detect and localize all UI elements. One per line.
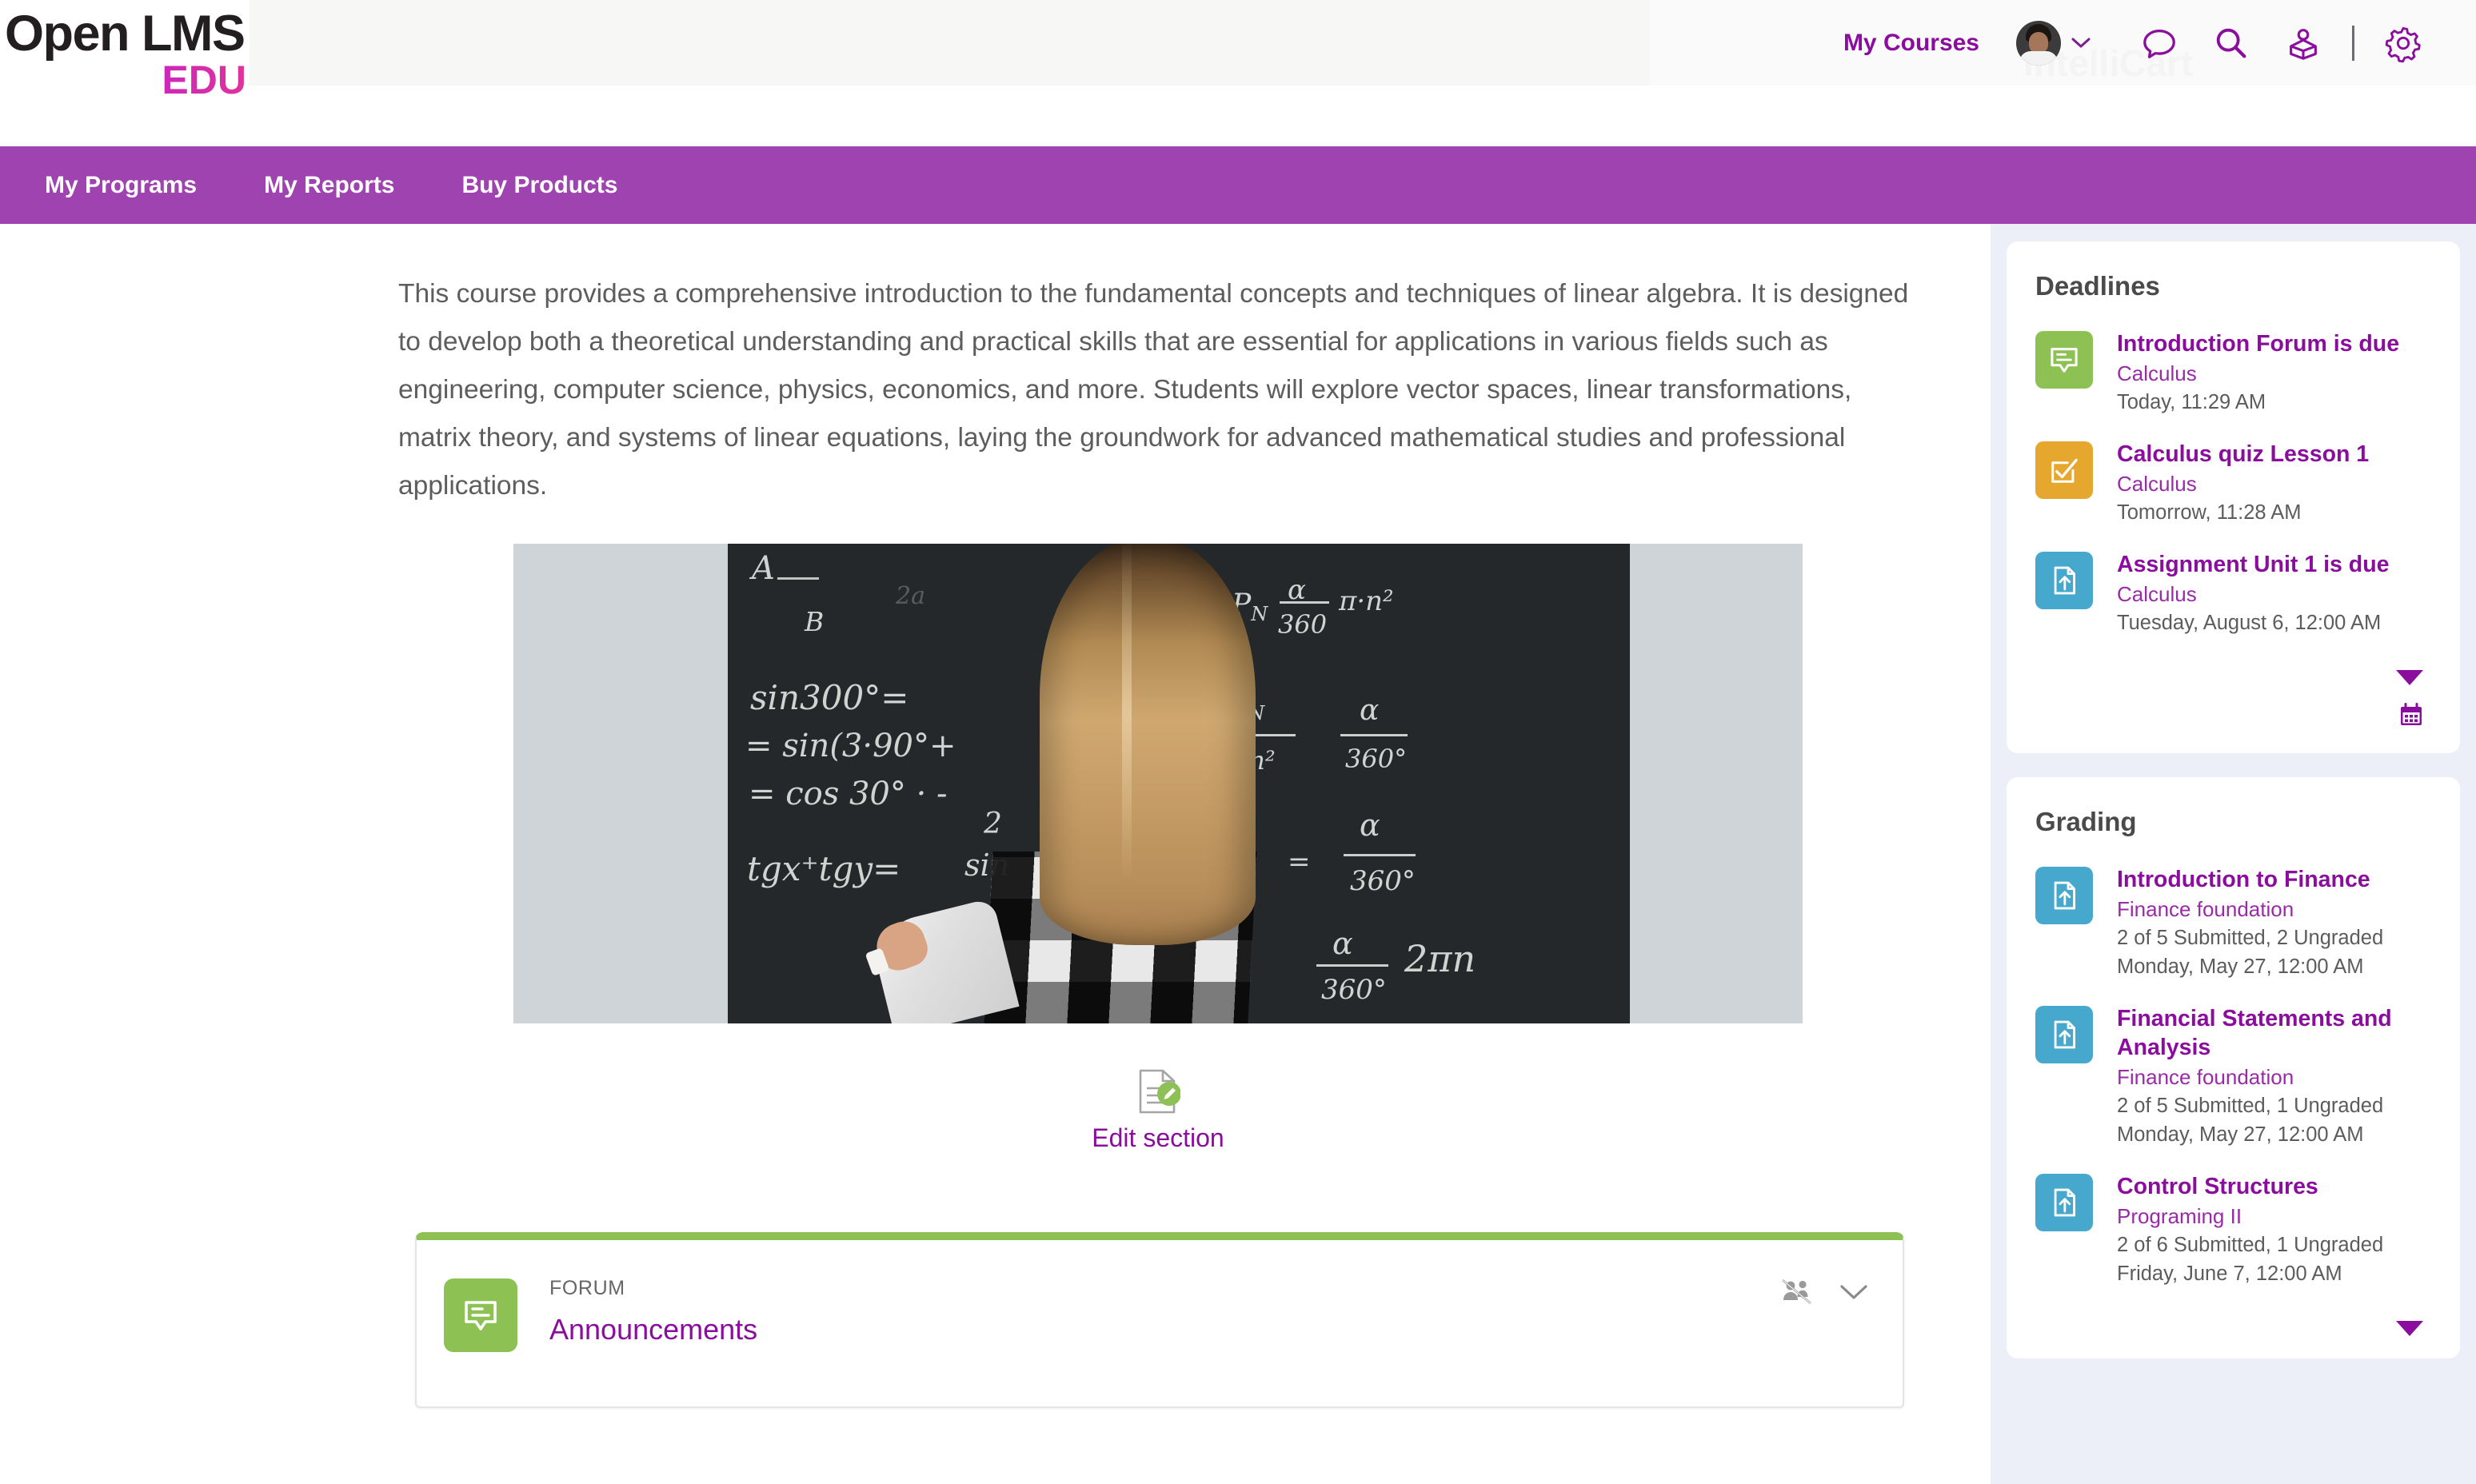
grading-text: Financial Statements and Analysis Financ… [2117, 1003, 2431, 1148]
calendar-icon[interactable] [2399, 703, 2423, 731]
deadline-name-link[interactable]: Introduction Forum is due [2117, 329, 2399, 358]
deadline-item[interactable]: Assignment Unit 1 is due Calculus Tuesda… [2035, 549, 2431, 636]
course-content-column: This course provides a comprehensive int… [0, 224, 1991, 1484]
activity-card-announcements[interactable]: FORUM Announcements [415, 1232, 1904, 1408]
deadline-name-link[interactable]: Calculus quiz Lesson 1 [2117, 440, 2369, 469]
header-divider [2352, 25, 2354, 61]
expand-more-triangle-icon[interactable] [2396, 670, 2423, 685]
assignment-icon [2035, 1006, 2093, 1063]
grading-course-link[interactable]: Finance foundation [2117, 1063, 2431, 1091]
nav-item-my-reports[interactable]: My Reports [264, 172, 394, 199]
deadline-course-link[interactable]: Calculus [2117, 360, 2399, 387]
site-header: IntelliCart Open LMS EDU My Courses [0, 0, 2476, 146]
course-hero-image: A B 2a sin300°= = sin(3·90°+ = cos 30° ·… [513, 544, 1803, 1023]
forum-icon [444, 1279, 517, 1352]
assignment-icon [2035, 867, 2093, 924]
student-hair [1040, 544, 1256, 945]
avatar-face [2029, 31, 2048, 54]
chevron-down-icon[interactable] [1839, 1283, 1869, 1306]
deadlines-footer [2035, 659, 2431, 731]
grading-title: Grading [2035, 807, 2137, 836]
nav-item-buy-products[interactable]: Buy Products [461, 172, 617, 199]
grading-status: 2 of 5 Submitted, 2 Ungraded [2117, 927, 2384, 949]
quiz-icon [2035, 441, 2093, 499]
header-actions: My Courses [1843, 0, 2439, 86]
grading-due: Friday, June 7, 12:00 AM [2117, 1263, 2342, 1285]
grading-item[interactable]: Control Structures Programing II 2 of 6 … [2035, 1171, 2431, 1287]
deadline-name-link[interactable]: Assignment Unit 1 is due [2117, 550, 2389, 579]
document-edit-icon [1136, 1068, 1181, 1119]
grading-due: Monday, May 27, 12:00 AM [2117, 1123, 2364, 1146]
edit-section-button[interactable]: Edit section [513, 1068, 1803, 1154]
user-menu-chevron-down-icon[interactable] [2071, 36, 2091, 50]
activity-text: FORUM Announcements [549, 1269, 757, 1347]
grading-course-link[interactable]: Programing II [2117, 1203, 2383, 1230]
grading-course-link[interactable]: Finance foundation [2117, 896, 2383, 923]
edit-section-label: Edit section [1092, 1123, 1224, 1152]
forum-icon [2035, 331, 2093, 389]
right-sidebar: Deadlines Introduction Forum is due Calc… [1991, 224, 2476, 1484]
grading-status: 2 of 5 Submitted, 1 Ungraded [2117, 1095, 2384, 1117]
search-icon[interactable] [2212, 24, 2250, 62]
site-logo[interactable]: Open LMS EDU [0, 0, 250, 146]
deadlines-title: Deadlines [2035, 271, 2160, 301]
assignment-icon [2035, 1174, 2093, 1231]
avatar-shirt [2019, 50, 2058, 66]
logo-text-openlms: Open LMS [5, 6, 246, 62]
deadline-item[interactable]: Introduction Forum is due Calculus Today… [2035, 328, 2431, 416]
deadline-course-link[interactable]: Calculus [2117, 470, 2369, 497]
deadlines-card: Deadlines Introduction Forum is due Calc… [2007, 241, 2460, 753]
grading-status: 2 of 6 Submitted, 1 Ungraded [2117, 1234, 2384, 1256]
deadline-item[interactable]: Calculus quiz Lesson 1 Calculus Tomorrow… [2035, 438, 2431, 526]
activity-type-label: FORUM [549, 1277, 625, 1299]
grading-item[interactable]: Introduction to Finance Finance foundati… [2035, 864, 2431, 980]
page-body: This course provides a comprehensive int… [0, 224, 2476, 1484]
message-icon[interactable] [2140, 24, 2178, 62]
grading-footer [2035, 1310, 2431, 1336]
my-courses-link[interactable]: My Courses [1843, 30, 1979, 57]
activity-title-link[interactable]: Announcements [549, 1312, 757, 1347]
grading-item[interactable]: Financial Statements and Analysis Financ… [2035, 1003, 2431, 1148]
deadline-text: Assignment Unit 1 is due Calculus Tuesda… [2117, 549, 2389, 636]
course-description: This course provides a comprehensive int… [398, 279, 1909, 501]
grading-due: Monday, May 27, 12:00 AM [2117, 955, 2364, 978]
deadline-course-link[interactable]: Calculus [2117, 580, 2389, 608]
no-groups-icon[interactable] [1781, 1279, 1813, 1310]
avatar[interactable] [2016, 20, 2061, 66]
chalkboard: A B 2a sin300°= = sin(3·90°+ = cos 30° ·… [728, 544, 1630, 1023]
deadline-due: Today, 11:29 AM [2117, 391, 2266, 413]
grading-name-link[interactable]: Introduction to Finance [2117, 865, 2383, 894]
assignment-icon [2035, 552, 2093, 609]
grading-card: Grading Introduction to Finance Finance … [2007, 777, 2460, 1358]
logo-text-edu: EDU [2, 59, 250, 101]
nav-item-my-programs[interactable]: My Programs [45, 172, 197, 199]
grading-text: Control Structures Programing II 2 of 6 … [2117, 1171, 2383, 1287]
deadline-due: Tomorrow, 11:28 AM [2117, 501, 2302, 524]
deadline-due: Tuesday, August 6, 12:00 AM [2117, 612, 2382, 634]
expand-more-triangle-icon[interactable] [2396, 1321, 2423, 1336]
grading-name-link[interactable]: Financial Statements and Analysis [2117, 1004, 2431, 1062]
grading-name-link[interactable]: Control Structures [2117, 1172, 2383, 1201]
deadline-text: Introduction Forum is due Calculus Today… [2117, 328, 2399, 416]
grading-text: Introduction to Finance Finance foundati… [2117, 864, 2383, 980]
gear-icon[interactable] [2384, 24, 2422, 62]
deadline-text: Calculus quiz Lesson 1 Calculus Tomorrow… [2117, 438, 2369, 526]
primary-navbar: Welcome My Programs My Reports Buy Produ… [0, 146, 2476, 224]
activity-actions [1781, 1279, 1869, 1310]
reader-view-icon[interactable] [2284, 24, 2322, 62]
